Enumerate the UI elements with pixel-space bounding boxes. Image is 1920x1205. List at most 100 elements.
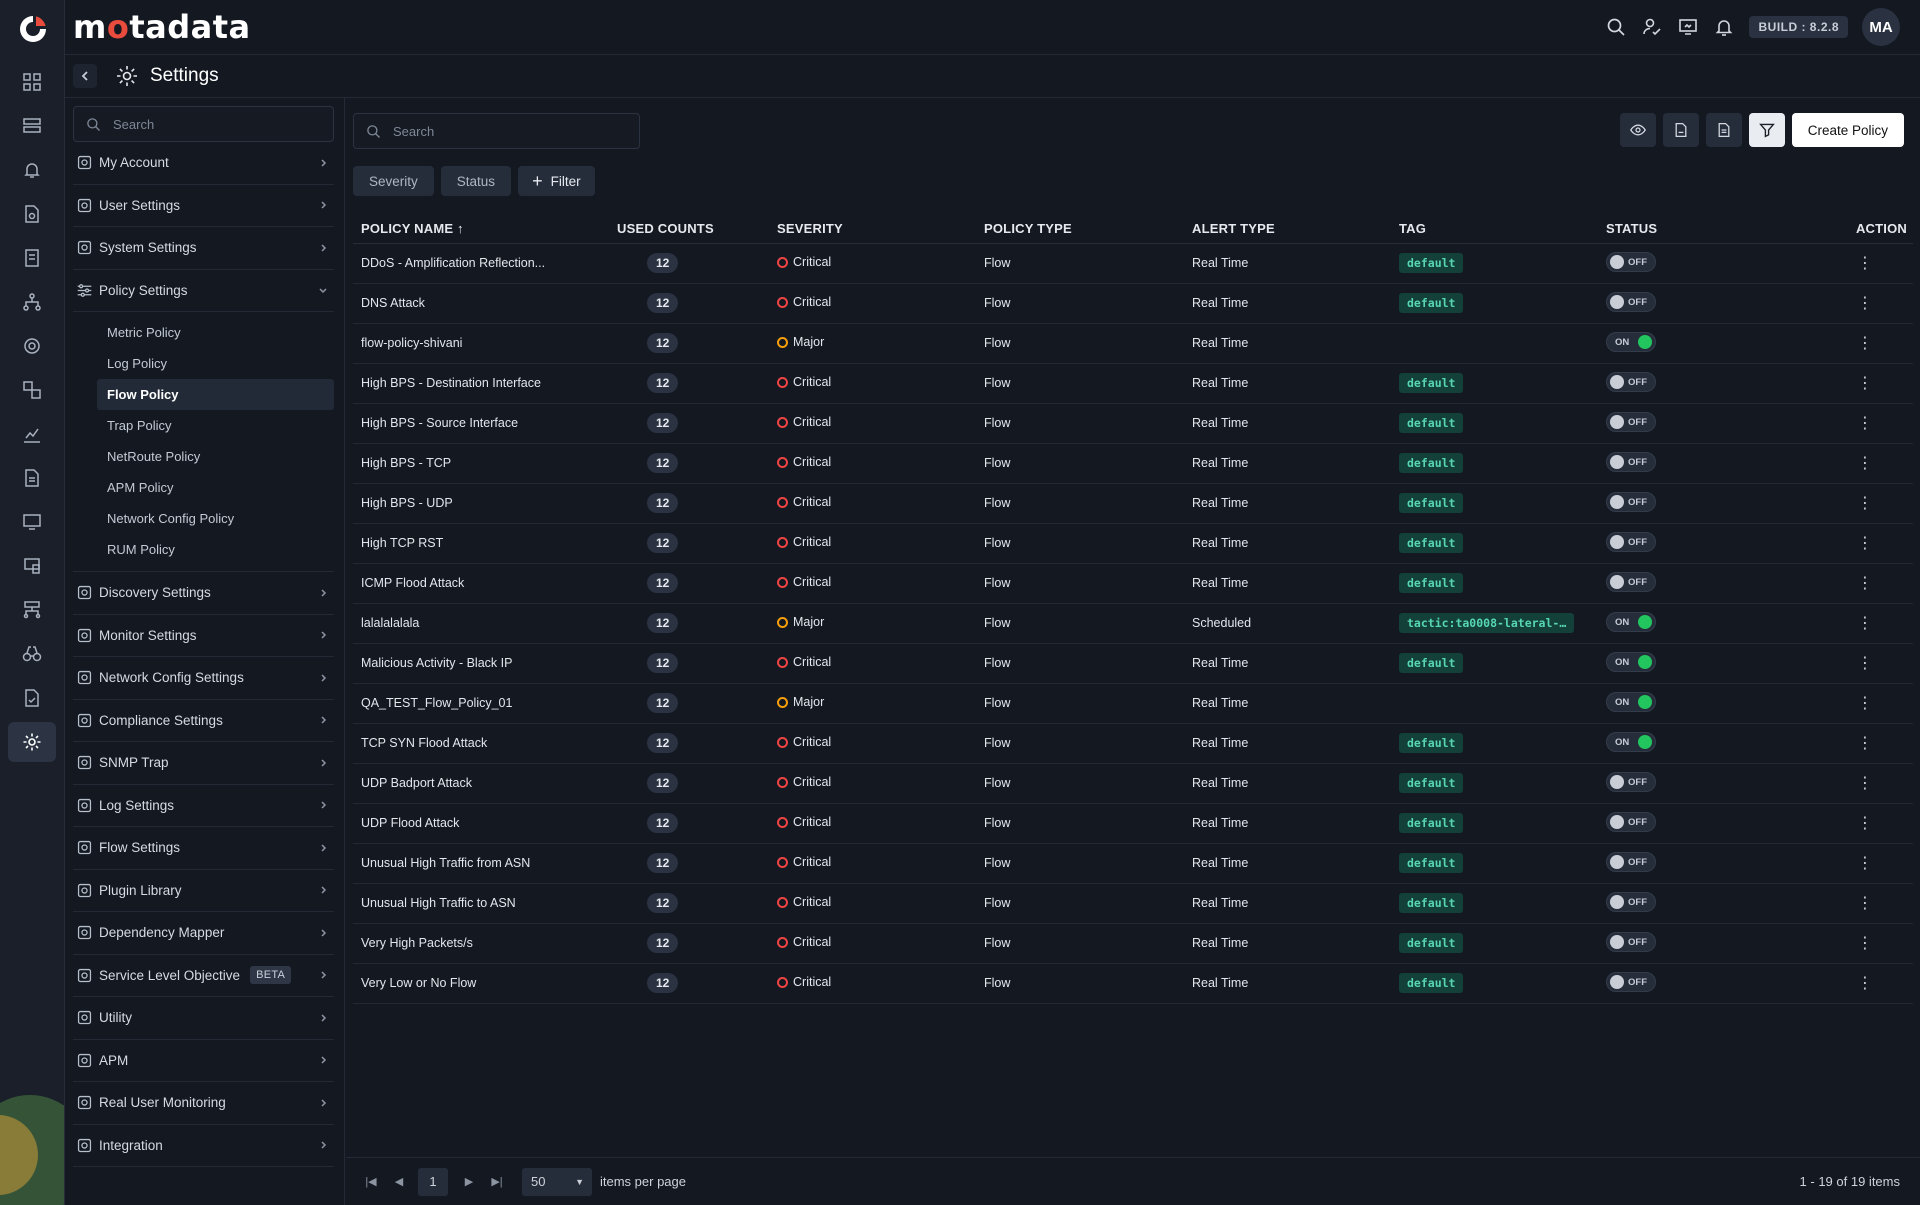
policy-name[interactable]: Unusual High Traffic to ASN: [361, 896, 516, 910]
policy-name[interactable]: Malicious Activity - Black IP: [361, 656, 512, 670]
policy-name-cell[interactable]: flow-policy-shivani: [353, 323, 609, 364]
kebab-menu-icon[interactable]: ⋮: [1857, 415, 1873, 432]
nav-group-system-settings[interactable]: System Settings: [73, 227, 334, 270]
log-search-icon[interactable]: [8, 194, 56, 234]
nav-group-flow-settings[interactable]: Flow Settings: [73, 827, 334, 870]
kebab-menu-icon[interactable]: ⋮: [1857, 495, 1873, 512]
kebab-menu-icon[interactable]: ⋮: [1857, 455, 1873, 472]
policy-name[interactable]: High BPS - UDP: [361, 496, 453, 510]
status-toggle[interactable]: OFF: [1606, 891, 1656, 912]
kebab-menu-icon[interactable]: ⋮: [1857, 335, 1873, 352]
policy-name[interactable]: lalalalalala: [361, 616, 419, 630]
policy-name-cell[interactable]: Very High Packets/s: [353, 923, 609, 964]
flow-icon[interactable]: [8, 590, 56, 630]
status-toggle[interactable]: OFF: [1606, 411, 1656, 432]
policy-name-cell[interactable]: High BPS - Destination Interface: [353, 363, 609, 404]
policy-name-cell[interactable]: High BPS - Source Interface: [353, 403, 609, 444]
col-used-counts[interactable]: USED COUNTS: [609, 215, 769, 244]
nav-group-utility[interactable]: Utility: [73, 997, 334, 1040]
kebab-menu-icon[interactable]: ⋮: [1857, 775, 1873, 792]
status-toggle[interactable]: OFF: [1606, 851, 1656, 872]
notification-bell-icon[interactable]: [1713, 16, 1735, 38]
sidebar-item-network-config-policy[interactable]: Network Config Policy: [97, 503, 334, 534]
sidebar-item-apm-policy[interactable]: APM Policy: [97, 472, 334, 503]
nav-group-network-config-settings[interactable]: Network Config Settings: [73, 657, 334, 700]
view-eye-button[interactable]: [1619, 113, 1656, 147]
col-policy-type[interactable]: POLICY TYPE: [976, 215, 1184, 244]
inventory-icon[interactable]: [8, 106, 56, 146]
motadata-logo-icon[interactable]: [0, 0, 64, 58]
kebab-menu-icon[interactable]: ⋮: [1857, 615, 1873, 632]
status-toggle[interactable]: OFF: [1606, 971, 1656, 992]
col-policy-name[interactable]: POLICY NAME ↑: [353, 215, 609, 244]
nav-group-discovery-settings[interactable]: Discovery Settings: [73, 572, 334, 615]
policy-name-cell[interactable]: Malicious Activity - Black IP: [353, 643, 609, 684]
config-icon[interactable]: [8, 370, 56, 410]
policy-name[interactable]: ICMP Flood Attack: [361, 576, 464, 590]
kebab-menu-icon[interactable]: ⋮: [1857, 255, 1873, 272]
nav-group-log-settings[interactable]: Log Settings: [73, 785, 334, 827]
policy-name[interactable]: TCP SYN Flood Attack: [361, 736, 487, 750]
table-row[interactable]: Malicious Activity - Black IP 12 Critical F…: [353, 643, 1913, 684]
status-chip[interactable]: Status: [440, 166, 512, 196]
create-policy-button[interactable]: Create Policy: [1791, 113, 1904, 147]
policy-name[interactable]: Very High Packets/s: [361, 936, 473, 950]
last-page-icon[interactable]: ▶|: [488, 1175, 506, 1188]
kebab-menu-icon[interactable]: ⋮: [1857, 975, 1873, 992]
table-row[interactable]: QA_TEST_Flow_Policy_01 12 Major Flow Real Ti…: [353, 683, 1913, 724]
search-icon[interactable]: [1605, 16, 1627, 38]
settings-gear-icon[interactable]: [8, 722, 56, 762]
back-button[interactable]: [73, 64, 97, 88]
kebab-menu-icon[interactable]: ⋮: [1857, 815, 1873, 832]
table-row[interactable]: Very Low or No Flow 12 Critical Flow Real Ti…: [353, 963, 1913, 1004]
severity-chip[interactable]: Severity: [353, 166, 434, 196]
filter-toggle-button[interactable]: [1748, 113, 1785, 147]
nav-group-monitor-settings[interactable]: Monitor Settings: [73, 615, 334, 657]
policy-name[interactable]: Unusual High Traffic from ASN: [361, 856, 530, 870]
policy-name-cell[interactable]: High BPS - UDP: [353, 483, 609, 524]
policy-name[interactable]: DDoS - Amplification Reflection...: [361, 256, 545, 270]
table-row[interactable]: UDP Flood Attack 12 Critical Flow Real Time d…: [353, 803, 1913, 844]
sidebar-item-rum-policy[interactable]: RUM Policy: [97, 534, 334, 565]
sidebar-item-trap-policy[interactable]: Trap Policy: [97, 410, 334, 441]
table-row[interactable]: Very High Packets/s 12 Critical Flow Real Ti…: [353, 923, 1913, 964]
policy-name[interactable]: High BPS - Source Interface: [361, 416, 518, 430]
kebab-menu-icon[interactable]: ⋮: [1857, 855, 1873, 872]
policy-name[interactable]: QA_TEST_Flow_Policy_01: [361, 696, 512, 710]
table-row[interactable]: DNS Attack 12 Critical Flow Real Time default…: [353, 283, 1913, 324]
prev-page-icon[interactable]: ◀: [390, 1175, 408, 1188]
nav-group-user-settings[interactable]: User Settings: [73, 185, 334, 227]
table-row[interactable]: TCP SYN Flood Attack 12 Critical Flow Real T…: [353, 723, 1913, 764]
page-size-select[interactable]: 50 ▼: [522, 1167, 592, 1196]
nav-group-plugin-library[interactable]: Plugin Library: [73, 870, 334, 912]
policy-name-cell[interactable]: UDP Badport Attack: [353, 763, 609, 804]
sidebar-item-netroute-policy[interactable]: NetRoute Policy: [97, 441, 334, 472]
nav-group-real-user-monitoring[interactable]: Real User Monitoring: [73, 1082, 334, 1125]
status-toggle[interactable]: OFF: [1606, 931, 1656, 952]
sidebar-item-metric-policy[interactable]: Metric Policy: [97, 317, 334, 348]
report-icon[interactable]: [8, 238, 56, 278]
policy-name-cell[interactable]: ICMP Flood Attack: [353, 563, 609, 604]
nav-group-service-level-objective[interactable]: Service Level Objective BETA: [73, 955, 334, 997]
status-toggle[interactable]: OFF: [1606, 371, 1656, 392]
current-page[interactable]: 1: [418, 1167, 448, 1196]
status-toggle[interactable]: OFF: [1606, 451, 1656, 472]
status-toggle[interactable]: ON: [1606, 731, 1656, 752]
policy-name-cell[interactable]: QA_TEST_Flow_Policy_01: [353, 683, 609, 724]
status-toggle[interactable]: OFF: [1606, 251, 1656, 272]
monitor-share-icon[interactable]: [1677, 16, 1699, 38]
policy-name-cell[interactable]: Unusual High Traffic from ASN: [353, 843, 609, 884]
table-row[interactable]: Unusual High Traffic to ASN 12 Critical Flo…: [353, 883, 1913, 924]
first-page-icon[interactable]: |◀: [362, 1175, 380, 1188]
col-tag[interactable]: TAG: [1391, 215, 1598, 244]
table-row[interactable]: Unusual High Traffic from ASN 12 Critical F…: [353, 843, 1913, 884]
status-toggle[interactable]: OFF: [1606, 771, 1656, 792]
add-filter-button[interactable]: + Filter: [518, 166, 595, 196]
policy-name[interactable]: High BPS - Destination Interface: [361, 376, 541, 390]
dashboard-grid-icon[interactable]: [8, 62, 56, 102]
policy-name-cell[interactable]: Very Low or No Flow: [353, 963, 609, 1004]
nav-group-apm[interactable]: APM: [73, 1040, 334, 1082]
nav-group-compliance-settings[interactable]: Compliance Settings: [73, 700, 334, 742]
table-row[interactable]: UDP Badport Attack 12 Critical Flow Real Tim…: [353, 763, 1913, 804]
status-toggle[interactable]: OFF: [1606, 291, 1656, 312]
